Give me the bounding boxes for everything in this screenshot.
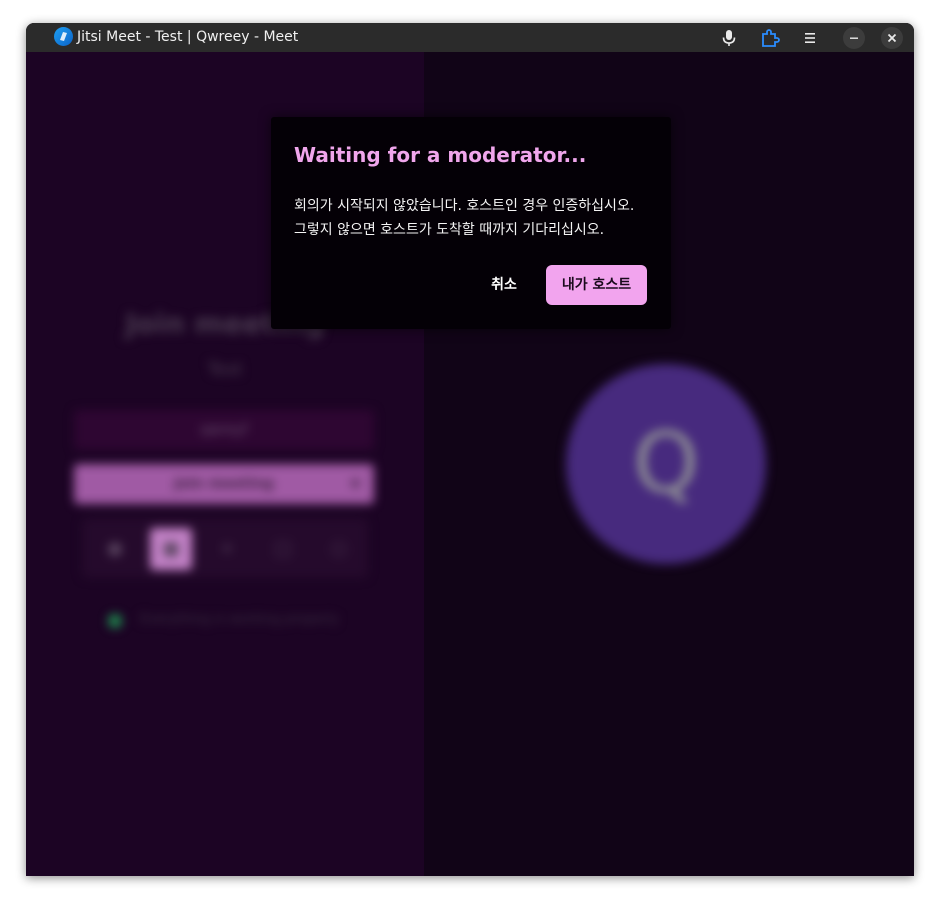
join-meeting-label: Join meeting: [174, 476, 274, 492]
meeting-content: Join meeting Test qwreyf Join meeting ▼ …: [26, 52, 914, 876]
app-window: Jitsi Meet - Test | Qwreey - Meet Join m…: [26, 23, 914, 876]
camera-toggle[interactable]: ■: [150, 528, 192, 570]
minimize-icon[interactable]: [843, 27, 865, 49]
jitsi-app-icon: [54, 27, 73, 46]
settings-toggle[interactable]: ○: [318, 528, 360, 570]
prejoin-toolbar: ● ■ + □ ○: [82, 518, 368, 578]
invite-toggle[interactable]: +: [206, 528, 248, 570]
puzzle-icon[interactable]: [760, 28, 780, 48]
avatar-initial: Q: [632, 414, 700, 512]
title-bar[interactable]: Jitsi Meet - Test | Qwreey - Meet: [26, 23, 914, 52]
display-name-input[interactable]: qwreyf: [74, 410, 374, 450]
room-name: Test: [207, 359, 243, 380]
dialog-message: 회의가 시작되지 않았습니다. 호스트인 경우 인증하십시오. 그렇지 않으면 …: [294, 198, 635, 238]
device-status-text: Everything is working properly: [140, 612, 339, 627]
microphone-icon[interactable]: [719, 28, 739, 48]
close-icon[interactable]: [881, 27, 903, 49]
microphone-icon: ●: [107, 538, 123, 559]
gear-icon: ○: [331, 538, 347, 559]
cancel-button[interactable]: 취소: [476, 265, 532, 305]
moderator-wait-dialog: Waiting for a moderator... 회의가 시작되지 않았습니…: [271, 117, 671, 329]
background-toggle[interactable]: □: [262, 528, 304, 570]
camera-icon: ■: [162, 538, 180, 559]
hamburger-menu-icon[interactable]: [800, 28, 820, 48]
background-icon: □: [274, 538, 292, 559]
invite-icon: +: [219, 538, 235, 559]
status-ok-icon: [108, 614, 122, 628]
i-am-host-button[interactable]: 내가 호스트: [546, 265, 647, 305]
dialog-title: Waiting for a moderator...: [294, 143, 587, 167]
mic-toggle[interactable]: ●: [94, 528, 136, 570]
window-title: Jitsi Meet - Test | Qwreey - Meet: [77, 29, 299, 45]
participant-avatar: Q: [566, 364, 766, 564]
chevron-down-icon[interactable]: ▼: [351, 464, 360, 504]
join-meeting-button[interactable]: Join meeting ▼: [74, 464, 374, 504]
